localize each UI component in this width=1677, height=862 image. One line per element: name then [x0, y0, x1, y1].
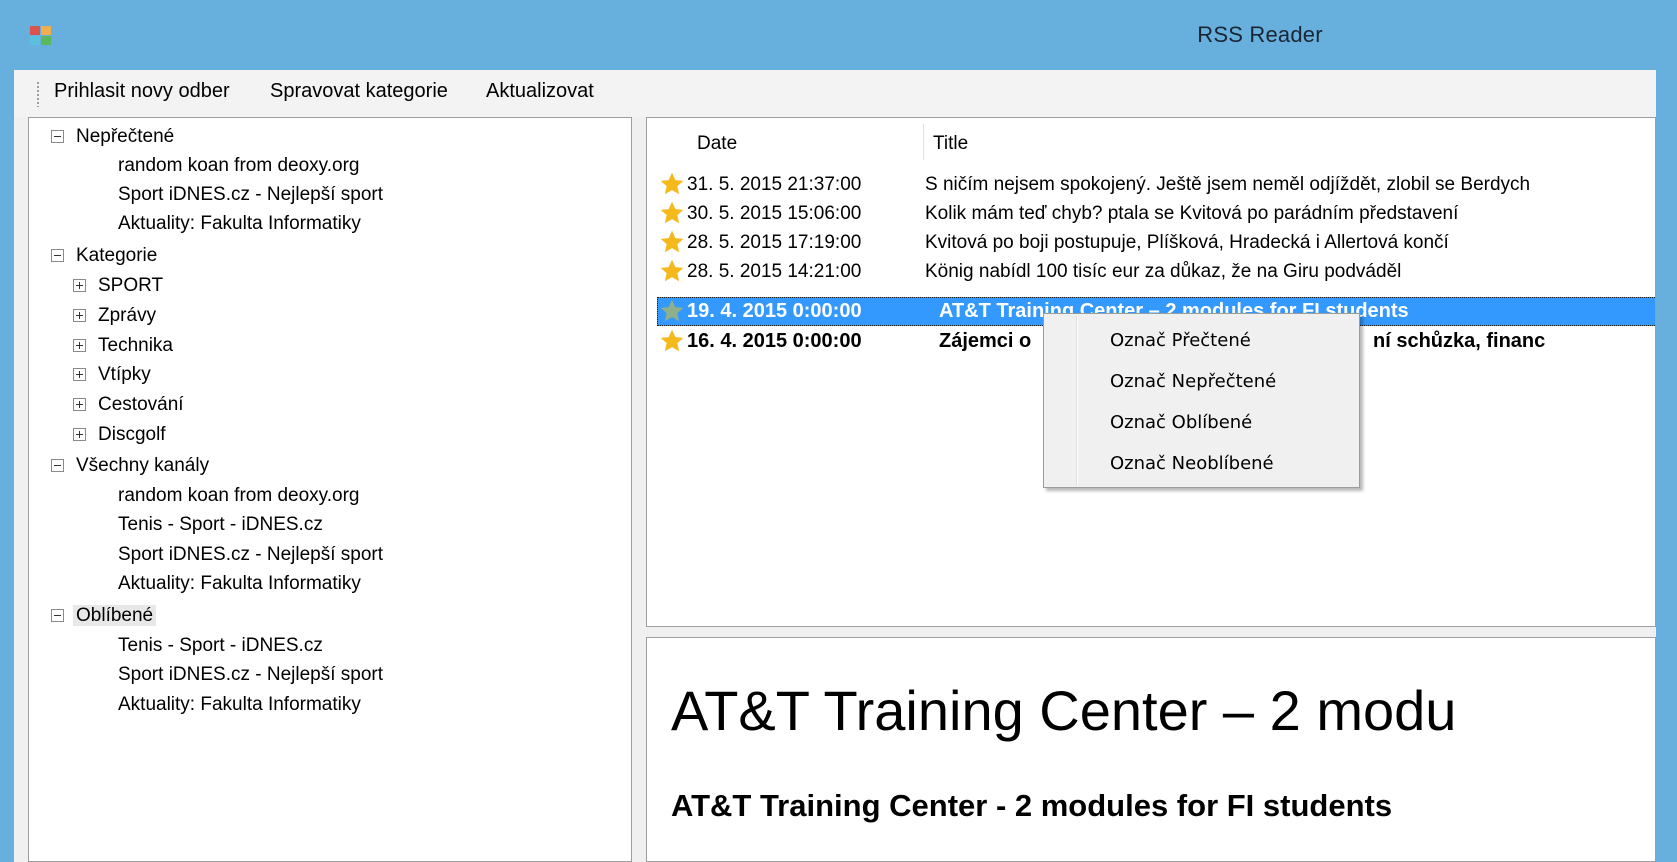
- expand-icon[interactable]: [73, 309, 86, 322]
- table-row[interactable]: 31. 5. 2015 21:37:00 S ničím nejsem spok…: [657, 170, 1655, 199]
- subscribe-new-feed-menu-item[interactable]: Prihlasit novy odber: [54, 80, 230, 103]
- vertical-splitter[interactable]: [632, 117, 646, 862]
- tree-node-unread[interactable]: Nepřečtené: [51, 124, 177, 152]
- article-date: 19. 4. 2015 0:00:00: [687, 300, 862, 322]
- mark-unread-menu-item[interactable]: Označ Nepřečtené: [1110, 365, 1276, 399]
- tree-leaf[interactable]: Aktuality: Fakulta Informatiky: [115, 571, 364, 599]
- tree-leaf[interactable]: Aktuality: Fakulta Informatiky: [115, 692, 364, 720]
- tree-leaf[interactable]: Sport iDNES.cz - Nejlepší sport: [115, 182, 386, 210]
- star-icon[interactable]: [659, 200, 685, 226]
- article-date: 31. 5. 2015 21:37:00: [687, 174, 862, 195]
- article-title: König nabídl 100 tisíc eur za důkaz, že …: [925, 261, 1402, 282]
- tree-leaf[interactable]: Tenis - Sport - iDNES.cz: [115, 512, 326, 540]
- horizontal-splitter[interactable]: [646, 627, 1656, 637]
- menu-icon-gutter: [1076, 316, 1078, 485]
- article-date: 16. 4. 2015 0:00:00: [687, 330, 862, 352]
- tree-leaf[interactable]: Aktuality: Fakulta Informatiky: [115, 211, 364, 239]
- tree-leaf[interactable]: Tenis - Sport - iDNES.cz: [115, 633, 326, 661]
- tree-leaf[interactable]: Sport iDNES.cz - Nejlepší sport: [115, 542, 386, 570]
- tree-node-category[interactable]: Cestování: [73, 392, 187, 420]
- article-title: Kvitová po boji postupuje, Plíšková, Hra…: [925, 232, 1449, 253]
- title-bar: RSS Reader: [0, 0, 1677, 70]
- collapse-icon[interactable]: [51, 130, 64, 143]
- collapse-icon[interactable]: [51, 609, 64, 622]
- menu-toolbar: Prihlasit novy odber Spravovat kategorie…: [14, 70, 1656, 118]
- expand-icon[interactable]: [73, 398, 86, 411]
- table-row[interactable]: 28. 5. 2015 14:21:00 König nabídl 100 ti…: [657, 257, 1655, 286]
- feed-tree[interactable]: Nepřečtené random koan from deoxy.org Sp…: [28, 117, 632, 862]
- window-border-right: [1656, 70, 1677, 862]
- expand-icon[interactable]: [73, 339, 86, 352]
- tree-node-categories[interactable]: Kategorie: [51, 243, 160, 271]
- context-menu: Označ Přečtené Označ Nepřečtené Označ Ob…: [1043, 313, 1360, 488]
- tree-leaf[interactable]: random koan from deoxy.org: [115, 483, 363, 511]
- table-row[interactable]: 30. 5. 2015 15:06:00 Kolik mám teď chyb?…: [657, 199, 1655, 228]
- tree-leaf[interactable]: random koan from deoxy.org: [115, 153, 363, 181]
- star-icon[interactable]: [659, 229, 685, 255]
- article-subheading: AT&T Training Center - 2 modules for FI …: [671, 788, 1393, 823]
- tree-node-category[interactable]: Discgolf: [73, 422, 169, 450]
- star-icon[interactable]: [659, 171, 685, 197]
- toolbar-grip[interactable]: [36, 81, 40, 107]
- left-margin: [14, 117, 28, 862]
- manage-categories-menu-item[interactable]: Spravovat kategorie: [270, 80, 448, 103]
- tree-node-favorites[interactable]: Oblíbené: [51, 603, 157, 631]
- mark-favorite-menu-item[interactable]: Označ Oblíbené: [1110, 406, 1252, 440]
- article-title-tail: ní schůzka, financ: [1373, 330, 1546, 352]
- collapse-icon[interactable]: [51, 249, 64, 262]
- window-title: RSS Reader: [1197, 22, 1323, 47]
- tree-node-category[interactable]: Vtípky: [73, 362, 154, 390]
- collapse-icon[interactable]: [51, 459, 64, 472]
- star-icon[interactable]: [659, 328, 685, 354]
- expand-icon[interactable]: [73, 368, 86, 381]
- tree-node-all-channels[interactable]: Všechny kanály: [51, 453, 212, 481]
- article-date: 30. 5. 2015 15:06:00: [687, 203, 862, 224]
- article-content-view[interactable]: AT&T Training Center – 2 modu AT&T Train…: [646, 637, 1656, 862]
- table-row[interactable]: 28. 5. 2015 17:19:00 Kvitová po boji pos…: [657, 228, 1655, 257]
- column-header-date[interactable]: Date: [697, 126, 737, 162]
- tree-node-category[interactable]: Zprávy: [73, 303, 159, 331]
- article-title: Kolik mám teď chyb? ptala se Kvitová po …: [925, 203, 1459, 224]
- tree-node-category[interactable]: Technika: [73, 333, 176, 361]
- article-date: 28. 5. 2015 17:19:00: [687, 232, 862, 253]
- mark-read-menu-item[interactable]: Označ Přečtené: [1110, 324, 1251, 358]
- tree-node-category[interactable]: SPORT: [73, 273, 166, 301]
- app-icon[interactable]: [30, 26, 52, 46]
- mark-unfavorite-menu-item[interactable]: Označ Neoblíbené: [1110, 447, 1274, 481]
- expand-icon[interactable]: [73, 428, 86, 441]
- window-border-left: [0, 70, 14, 862]
- expand-icon[interactable]: [73, 279, 86, 292]
- article-title: Zájemci o: [939, 330, 1032, 352]
- article-heading: AT&T Training Center – 2 modu: [671, 679, 1457, 742]
- article-date: 28. 5. 2015 14:21:00: [687, 261, 862, 282]
- tree-leaf[interactable]: Sport iDNES.cz - Nejlepší sport: [115, 662, 386, 690]
- star-icon[interactable]: [659, 258, 685, 284]
- article-title: S ničím nejsem spokojený. Ještě jsem nem…: [925, 174, 1531, 195]
- star-icon[interactable]: [659, 298, 685, 324]
- column-separator[interactable]: [923, 124, 924, 160]
- column-header-title[interactable]: Title: [933, 126, 968, 162]
- refresh-menu-item[interactable]: Aktualizovat: [486, 80, 594, 103]
